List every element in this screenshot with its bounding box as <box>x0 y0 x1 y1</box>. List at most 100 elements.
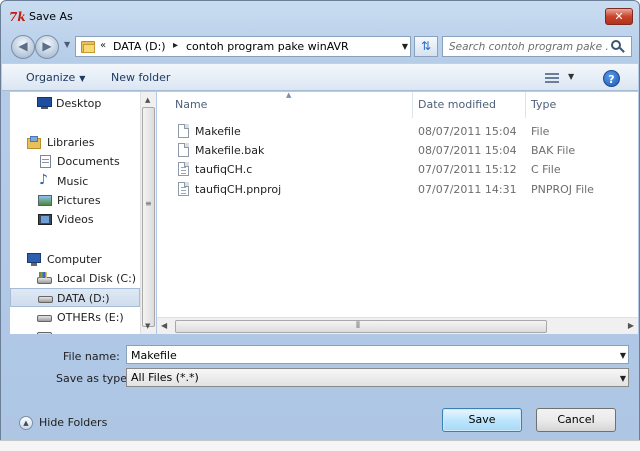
nav-item-pictures[interactable]: Pictures <box>10 191 138 210</box>
window-title: Save As <box>29 10 73 23</box>
nav-label: Local Disk (C:) <box>57 272 137 285</box>
close-button[interactable]: ✕ <box>605 8 633 25</box>
search-icon[interactable] <box>611 40 625 54</box>
file-date: 08/07/2011 15:04 <box>418 144 517 157</box>
view-options-chevron-icon[interactable]: ▼ <box>568 72 574 81</box>
tk-app-icon: 7k <box>9 10 26 24</box>
save-as-dialog: 7k Save As ✕ ◀ ▶ ▼ « DATA (D:) ▸ contoh … <box>0 0 640 451</box>
nav-item-libraries[interactable]: Libraries <box>10 133 138 152</box>
close-icon: ✕ <box>614 10 624 23</box>
cancel-button[interactable]: Cancel <box>536 408 616 432</box>
background-strip <box>0 440 640 451</box>
table-row[interactable]: Makefile.bak 08/07/2011 15:04 BAK File <box>173 141 623 160</box>
file-list-horizontal-scrollbar[interactable]: ◀ ⦀ ▶ <box>157 317 638 334</box>
save-as-type-select[interactable]: All Files (*.*) ▼ <box>126 368 629 387</box>
computer-icon <box>27 253 42 266</box>
file-name: taufiqCH.pnproj <box>195 183 282 196</box>
table-row[interactable]: taufiqCH.pnproj 07/07/2011 14:31 PNPROJ … <box>173 180 623 199</box>
file-date: 08/07/2011 15:04 <box>418 125 517 138</box>
search-box[interactable] <box>442 36 632 57</box>
nav-label: DATA (D:) <box>57 292 110 305</box>
organize-button[interactable]: Organize ▼ <box>26 71 85 84</box>
file-date: 07/07/2011 14:31 <box>418 183 517 196</box>
column-header-label: Date modified <box>418 98 496 111</box>
recent-pages-chevron-icon[interactable]: ▼ <box>64 40 70 49</box>
help-icon[interactable]: ? <box>603 70 620 87</box>
nav-item-data-d[interactable]: DATA (D:) <box>10 288 140 307</box>
folder-icon <box>81 40 95 53</box>
column-header-type[interactable]: Type <box>526 92 636 118</box>
file-icon <box>178 124 189 138</box>
documents-icon <box>39 155 54 168</box>
breadcrumb-drive[interactable]: DATA (D:) <box>113 40 166 53</box>
chevron-up-icon: ▲ <box>19 416 33 430</box>
change-view-icon[interactable] <box>545 73 559 84</box>
overflow-chevron-icon[interactable]: « <box>100 40 106 51</box>
scroll-down-icon[interactable]: ▼ <box>145 322 150 330</box>
file-date: 07/07/2011 15:12 <box>418 163 517 176</box>
grip-icon: ⦀ <box>356 321 360 331</box>
table-row[interactable]: Makefile 08/07/2011 15:04 File <box>173 122 623 141</box>
arrow-right-icon: ▶ <box>42 39 52 53</box>
nav-label: OTHERs (E:) <box>57 311 124 324</box>
file-icon <box>178 143 189 157</box>
nav-label: Music <box>57 175 89 188</box>
search-input[interactable] <box>449 39 609 55</box>
scroll-up-icon[interactable]: ▲ <box>145 96 150 104</box>
file-name-combobox[interactable]: ▼ <box>126 345 629 364</box>
nav-label: Documents <box>57 155 120 168</box>
file-name: taufiqCH.c <box>195 163 253 176</box>
new-folder-label: New folder <box>111 71 171 84</box>
project-file-icon <box>178 182 189 196</box>
file-name: Makefile <box>195 125 241 138</box>
nav-item-local-disk-c[interactable]: Local Disk (C:) <box>10 269 138 288</box>
nav-item-desktop[interactable]: Desktop <box>10 94 138 113</box>
breadcrumb-folder[interactable]: contoh program pake winAVR <box>186 40 349 53</box>
scroll-left-icon[interactable]: ◀ <box>161 321 167 330</box>
drive-icon <box>37 311 52 324</box>
chevron-down-icon: ▼ <box>79 74 86 83</box>
scrollbar-thumb[interactable]: ⦀ <box>175 320 547 333</box>
nav-item-videos[interactable]: Videos <box>10 210 138 229</box>
address-bar[interactable]: « DATA (D:) ▸ contoh program pake winAVR… <box>75 36 411 57</box>
table-row[interactable]: taufiqCH.c 07/07/2011 15:12 C File <box>173 160 623 179</box>
file-list: ▲ Name Date modified Type Makefile 08/07… <box>157 91 638 334</box>
column-header-date-modified[interactable]: Date modified <box>413 92 525 118</box>
nav-label: Desktop <box>56 97 102 110</box>
file-type: File <box>531 125 550 138</box>
arrow-left-icon: ◀ <box>18 39 28 53</box>
title-bar[interactable]: 7k Save As ✕ <box>1 1 639 31</box>
c-source-file-icon <box>178 162 189 176</box>
breadcrumb-separator-icon[interactable]: ▸ <box>173 40 178 51</box>
scroll-right-icon[interactable]: ▶ <box>628 321 634 330</box>
nav-item-others-e[interactable]: OTHERs (E:) <box>10 308 138 327</box>
scrollbar-thumb[interactable] <box>142 107 155 327</box>
forward-button[interactable]: ▶ <box>35 35 59 59</box>
back-button[interactable]: ◀ <box>11 35 35 59</box>
refresh-button[interactable]: ⇅ <box>414 36 438 57</box>
nav-pane-scrollbar[interactable]: ▲ ≡ ▼ <box>140 92 156 334</box>
file-name-dropdown-icon[interactable]: ▼ <box>620 351 626 360</box>
music-icon: ♪ <box>39 172 48 188</box>
chevron-down-icon[interactable]: ▼ <box>620 374 626 383</box>
grip-icon: ≡ <box>145 199 152 208</box>
nav-label: Computer <box>47 253 102 266</box>
nav-item-documents[interactable]: Documents <box>10 152 138 171</box>
column-header-name[interactable]: Name <box>157 92 412 118</box>
new-folder-button[interactable]: New folder <box>111 71 170 84</box>
file-type: PNPROJ File <box>531 183 594 196</box>
nav-item-partial[interactable] <box>10 327 138 334</box>
nav-label: Videos <box>57 213 94 226</box>
nav-item-music[interactable]: ♪ Music <box>10 172 138 191</box>
refresh-icon: ⇅ <box>420 39 432 53</box>
save-button[interactable]: Save <box>442 408 522 432</box>
save-as-type-label: Save as type: <box>56 372 131 385</box>
file-type: BAK File <box>531 144 576 157</box>
nav-label: Pictures <box>57 194 101 207</box>
videos-icon <box>38 213 53 226</box>
nav-item-computer[interactable]: Computer <box>10 250 138 269</box>
command-bar: Organize ▼ New folder ▼ ? <box>2 63 638 91</box>
file-name-input[interactable] <box>131 347 601 363</box>
file-name: Makefile.bak <box>195 144 265 157</box>
address-dropdown-icon[interactable]: ▼ <box>402 42 408 51</box>
